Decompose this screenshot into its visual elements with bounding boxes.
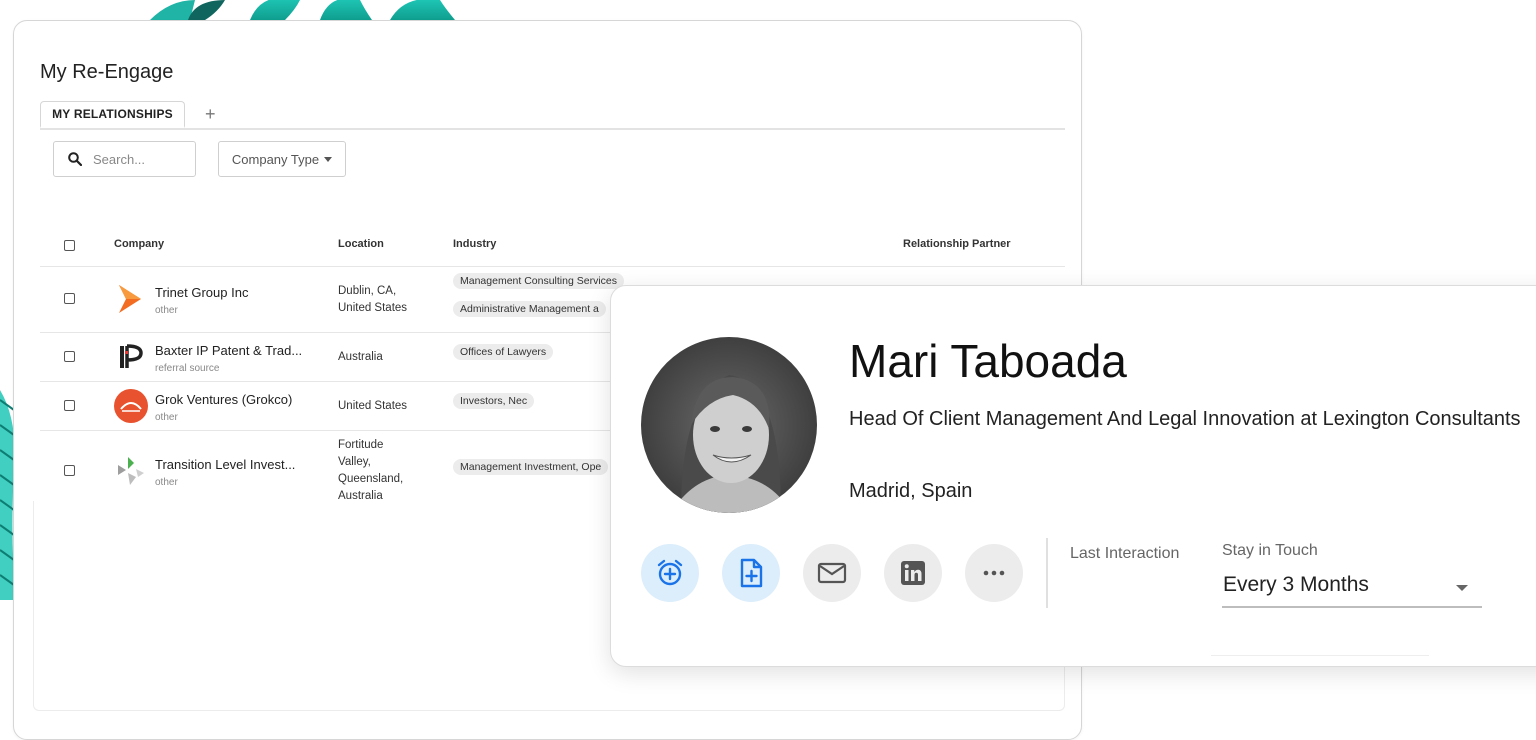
last-interaction-label: Last Interaction: [1070, 545, 1180, 562]
company-type: referral source: [155, 363, 220, 374]
stay-in-touch-select[interactable]: Every 3 Months: [1222, 568, 1482, 608]
col-location[interactable]: Location: [338, 238, 384, 250]
divider: [1046, 538, 1048, 608]
person-location: Madrid, Spain: [849, 480, 973, 502]
company-location: Fortitude Valley, Queensland, Australia: [338, 439, 404, 502]
email-icon: [817, 562, 847, 584]
caret-down-icon: [324, 156, 333, 162]
stay-in-touch-label: Stay in Touch: [1222, 542, 1318, 559]
col-relationship-partner[interactable]: Relationship Partner: [903, 238, 1011, 250]
baxter-logo: [120, 344, 143, 368]
add-note-button[interactable]: [722, 544, 780, 602]
more-options-button[interactable]: [965, 544, 1023, 602]
person-name: Mari Taboada: [849, 335, 1127, 387]
row-checkbox[interactable]: [64, 400, 75, 411]
more-icon: [983, 570, 1005, 576]
company-location: United States: [338, 400, 408, 412]
alarm-add-icon: [657, 559, 683, 586]
industry-tag: Offices of Lawyers: [453, 344, 554, 360]
select-all-checkbox[interactable]: [64, 240, 75, 251]
industry-tag: Investors, Nec: [453, 393, 535, 409]
add-tab-button[interactable]: +: [205, 104, 216, 125]
col-industry[interactable]: Industry: [453, 238, 496, 250]
card-bottom-rule: [1211, 655, 1429, 656]
company-name[interactable]: Transition Level Invest...: [155, 457, 295, 472]
page-title: My Re-Engage: [40, 61, 174, 83]
contact-profile-card: Mari Taboada Head Of Client Management A…: [610, 285, 1536, 667]
search-icon: [68, 152, 82, 166]
linkedin-icon: [901, 561, 925, 585]
row-checkbox[interactable]: [64, 351, 75, 362]
industry-tag: Management Consulting Services: [453, 273, 624, 289]
linkedin-button[interactable]: [884, 544, 942, 602]
company-location: Australia: [338, 351, 383, 363]
search-box[interactable]: [53, 141, 196, 177]
transition-level-logo: [118, 457, 144, 485]
company-type: other: [155, 477, 178, 488]
col-company[interactable]: Company: [114, 238, 164, 250]
company-name[interactable]: Grok Ventures (Grokco): [155, 392, 292, 407]
search-input[interactable]: [91, 150, 185, 168]
company-name[interactable]: Trinet Group Inc: [155, 285, 248, 300]
tab-my-relationships[interactable]: MY RELATIONSHIPS: [40, 101, 185, 128]
note-add-icon: [740, 558, 763, 588]
company-name[interactable]: Baxter IP Patent & Trad...: [155, 343, 302, 358]
tab-bar: MY RELATIONSHIPS +: [40, 101, 1065, 130]
company-type-label: Company Type: [231, 151, 320, 167]
row-checkbox[interactable]: [64, 465, 75, 476]
industry-tag: Administrative Management a: [453, 301, 606, 317]
company-type-filter[interactable]: Company Type: [218, 141, 346, 177]
set-reminder-button[interactable]: [641, 544, 699, 602]
stay-in-touch-value: Every 3 Months: [1223, 573, 1369, 596]
company-location: Dublin, CA, United States: [338, 285, 408, 314]
caret-down-icon: [1456, 585, 1468, 591]
company-type: other: [155, 412, 178, 423]
grok-logo: [114, 389, 148, 423]
trinet-logo: [119, 285, 141, 313]
avatar: [641, 337, 817, 513]
table-header: Company Location Industry Relationship P…: [40, 226, 1065, 267]
company-type: other: [155, 305, 178, 316]
industry-tag: Management Investment, Ope: [453, 459, 609, 475]
row-checkbox[interactable]: [64, 293, 75, 304]
person-title: Head Of Client Management And Legal Inno…: [849, 408, 1521, 430]
send-email-button[interactable]: [803, 544, 861, 602]
